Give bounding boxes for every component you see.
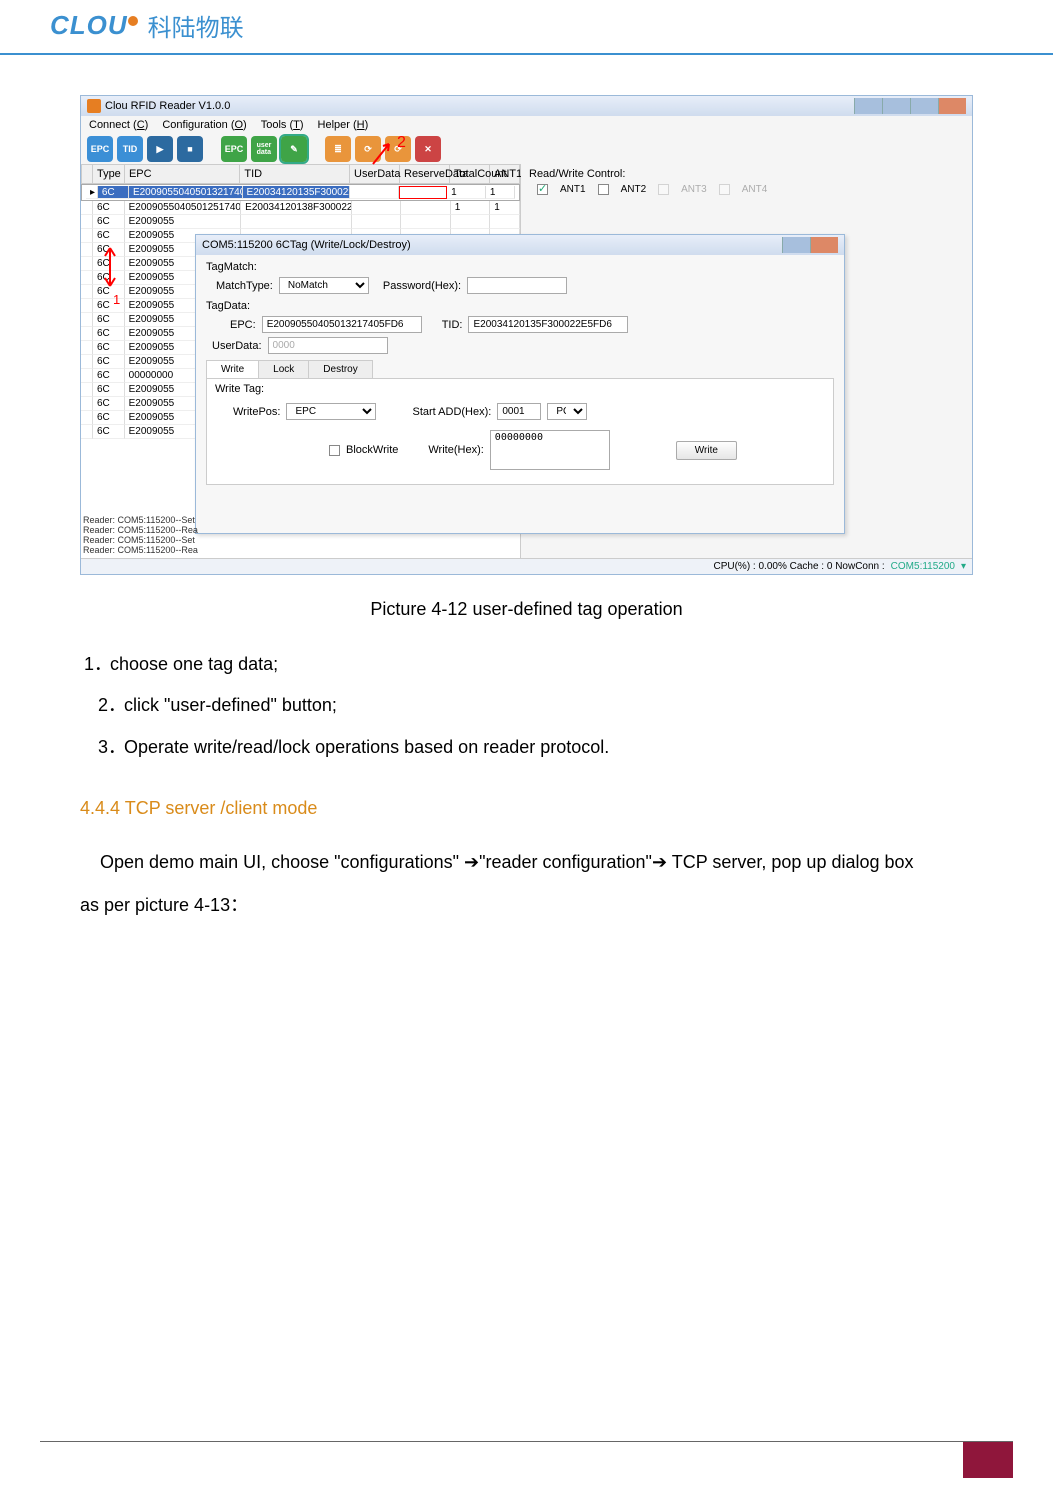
blockwrite-label: BlockWrite: [346, 444, 398, 456]
tab-destroy[interactable]: Destroy: [308, 360, 372, 378]
table-row[interactable]: ▸6CE20090550405013217405FD6E20034120135F…: [81, 184, 520, 201]
dialog-min-button[interactable]: [782, 237, 810, 253]
tool-user-defined-icon[interactable]: ✎: [281, 136, 307, 162]
blockwrite-checkbox[interactable]: [329, 445, 340, 456]
logo: CLOU 科陆物联: [50, 8, 244, 43]
table-row[interactable]: 6CE2009055: [81, 215, 520, 229]
ant3-checkbox[interactable]: [658, 184, 669, 195]
grid-header: Type EPC TID UserData ReserveData TotalC…: [81, 164, 520, 184]
col-ant1: ANT1: [490, 164, 520, 184]
maximize-button[interactable]: [910, 98, 938, 114]
col-epc: EPC: [125, 164, 240, 184]
app-window: Clou RFID Reader V1.0.0 Connect (C) Conf…: [80, 95, 973, 575]
status-bar: CPU(%) : 0.00% Cache : 0 NowConn : COM5:…: [81, 558, 972, 574]
logo-text: CLOU: [50, 10, 128, 41]
status-cpu: CPU(%) : 0.00% Cache : 0 NowConn :: [713, 561, 884, 572]
ant1-checkbox[interactable]: [537, 184, 548, 195]
col-reservedata: ReserveData: [400, 164, 450, 184]
window-title: Clou RFID Reader V1.0.0: [105, 100, 230, 112]
step-1: 1．choose one tag data;: [84, 644, 973, 685]
readwrite-title: Read/Write Control:: [529, 168, 964, 180]
tool-stop-icon[interactable]: ■: [177, 136, 203, 162]
tool-write-userdata-icon[interactable]: userdata: [251, 136, 277, 162]
annotation-2: 2: [371, 138, 406, 168]
dialog-titlebar: COM5:115200 6CTag (Write/Lock/Destroy): [196, 235, 844, 255]
close-button[interactable]: [938, 98, 966, 114]
toolbar: EPC TID ▶ ■ EPC userdata ✎ ≣ ⟳ ⟳ ✕: [81, 134, 972, 164]
ant3-label: ANT3: [681, 184, 707, 195]
step-list: 1．choose one tag data; 2．click "user-def…: [80, 644, 973, 768]
status-conn: COM5:115200: [891, 561, 955, 572]
chevron-down-icon[interactable]: ▾: [961, 561, 966, 572]
tool-list-icon[interactable]: ≣: [325, 136, 351, 162]
menu-connect[interactable]: Connect (C): [89, 119, 148, 131]
app-screenshot: Clou RFID Reader V1.0.0 Connect (C) Conf…: [80, 95, 973, 587]
userdata-label: UserData:: [212, 340, 262, 352]
writepos-label: WritePos:: [233, 406, 280, 418]
tool-play-icon[interactable]: ▶: [147, 136, 173, 162]
table-row[interactable]: 6CE20090550405012517405FF2E20034120138F3…: [81, 201, 520, 215]
dialog-title: COM5:115200 6CTag (Write/Lock/Destroy): [202, 239, 411, 251]
col-mark: [81, 164, 93, 184]
ant4-label: ANT4: [742, 184, 768, 195]
logo-dot-icon: [128, 16, 138, 26]
ant1-label: ANT1: [560, 184, 586, 195]
userdata-input[interactable]: [268, 337, 388, 354]
col-tid: TID: [240, 164, 350, 184]
dropdown-button[interactable]: [854, 98, 882, 114]
ant4-checkbox[interactable]: [719, 184, 730, 195]
menubar: Connect (C) Configuration (O) Tools (T) …: [81, 116, 972, 134]
menu-helper[interactable]: Helper (H): [318, 119, 369, 131]
col-totalcount: TotalCount: [450, 164, 490, 184]
titlebar: Clou RFID Reader V1.0.0: [81, 96, 972, 116]
tool-epc-icon[interactable]: EPC: [87, 136, 113, 162]
pc-select[interactable]: PC: [547, 403, 587, 420]
startadd-input[interactable]: [497, 403, 541, 420]
app-icon: [87, 99, 101, 113]
minimize-button[interactable]: [882, 98, 910, 114]
menu-tools[interactable]: Tools (T): [261, 119, 304, 131]
writehex-label: Write(Hex):: [428, 444, 483, 456]
matchtype-select[interactable]: NoMatch: [279, 277, 369, 294]
startadd-label: Start ADD(Hex):: [412, 406, 491, 418]
writetag-label: Write Tag:: [215, 383, 821, 395]
annotation-1-label: 1: [113, 292, 120, 307]
tool-cancel-icon[interactable]: ✕: [415, 136, 441, 162]
menu-configuration[interactable]: Configuration (O): [162, 119, 246, 131]
logo-cn: 科陆物联: [148, 8, 244, 43]
tab-write[interactable]: Write: [206, 360, 259, 378]
dialog-close-button[interactable]: [810, 237, 838, 253]
ant2-label: ANT2: [621, 184, 647, 195]
ant2-checkbox[interactable]: [598, 184, 609, 195]
tagmatch-label: TagMatch:: [206, 261, 834, 273]
writepos-select[interactable]: EPC: [286, 403, 376, 420]
log-area: Reader: COM5:115200--SetReader: COM5:115…: [83, 516, 213, 556]
annotation-2-label: 2: [397, 134, 406, 152]
password-label: Password(Hex):: [383, 280, 461, 292]
tid-label: TID:: [442, 319, 463, 331]
tag-dialog: COM5:115200 6CTag (Write/Lock/Destroy) T…: [195, 234, 845, 534]
password-input[interactable]: [467, 277, 567, 294]
epc-label: EPC:: [230, 319, 256, 331]
footer-marker: [963, 1442, 1013, 1478]
dialog-tabs: Write Lock Destroy: [206, 360, 834, 379]
writehex-input[interactable]: [490, 430, 610, 470]
write-button[interactable]: Write: [676, 441, 737, 460]
tool-write-epc-icon[interactable]: EPC: [221, 136, 247, 162]
tagdata-label: TagData:: [206, 300, 834, 312]
epc-input[interactable]: [262, 316, 422, 333]
figure-caption: Picture 4-12 user-defined tag operation: [80, 599, 973, 620]
section-heading: 4.4.4 TCP server /client mode: [80, 798, 973, 819]
step-3: 3．Operate write/read/lock operations bas…: [84, 727, 973, 768]
section-body: Open demo main UI, choose "configuration…: [80, 841, 973, 927]
matchtype-label: MatchType:: [216, 280, 273, 292]
doc-header: CLOU 科陆物联: [0, 0, 1053, 55]
tool-tid-icon[interactable]: TID: [117, 136, 143, 162]
page-footer: [40, 1441, 1013, 1477]
tid-input[interactable]: [468, 316, 628, 333]
step-2: 2．click "user-defined" button;: [84, 685, 973, 726]
col-type: Type: [93, 164, 125, 184]
tab-lock[interactable]: Lock: [258, 360, 309, 378]
